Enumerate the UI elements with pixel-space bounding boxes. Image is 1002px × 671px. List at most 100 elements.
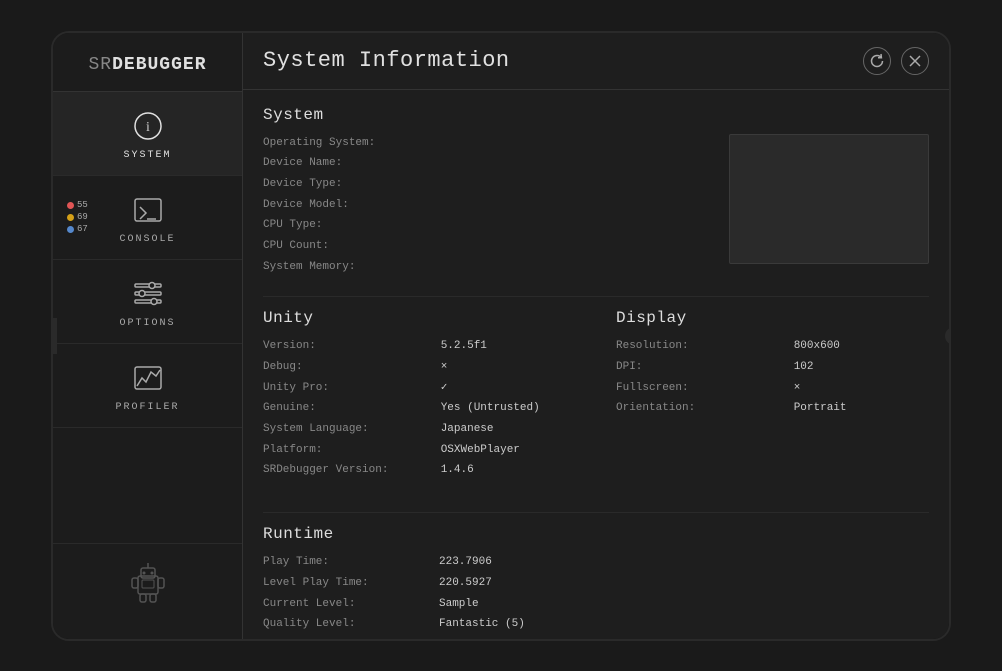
profiler-icon: [128, 358, 168, 398]
value-fullscreen: ×: [794, 379, 929, 398]
brand-suffix: DEBUGGER: [112, 55, 206, 75]
svg-text:i: i: [146, 120, 150, 135]
label-genuine: Genuine:: [263, 399, 425, 418]
label-cpu-count: CPU Count:: [263, 237, 534, 256]
value-dpi: 102: [794, 358, 929, 377]
section-system-title: System: [263, 106, 929, 124]
label-device-type: Device Type:: [263, 175, 534, 194]
badge-dot-red: [67, 202, 74, 209]
sidebar-item-system-label: SYSTEM: [123, 150, 171, 161]
value-srd-version: 1.4.6: [441, 461, 576, 480]
label-sys-lang: System Language:: [263, 420, 425, 439]
value-device-name: [550, 154, 709, 173]
value-current-level: Sample: [439, 595, 929, 614]
label-play-time: Play Time:: [263, 553, 423, 572]
refresh-button[interactable]: [863, 47, 891, 75]
label-resolution: Resolution:: [616, 337, 778, 356]
label-os: Operating System:: [263, 134, 534, 153]
value-play-time: 223.7906: [439, 553, 929, 572]
sidebar-item-options[interactable]: OPTIONS: [53, 260, 242, 344]
value-quality-level: Fantastic (5): [439, 615, 929, 634]
page-title: System Information: [263, 48, 510, 73]
section-display-title: Display: [616, 309, 929, 327]
label-version: Version:: [263, 337, 425, 356]
value-unity-pro: ✓: [441, 379, 576, 398]
label-fullscreen: Fullscreen:: [616, 379, 778, 398]
section-runtime: Runtime Play Time: 223.7906 Level Play Ti…: [263, 525, 929, 634]
label-unity-pro: Unity Pro:: [263, 379, 425, 398]
display-info-grid: Resolution:800x600 DPI:102 Fullscreen:× …: [616, 337, 929, 418]
main-panel: System Information: [243, 33, 949, 639]
section-unity-title: Unity: [263, 309, 576, 327]
value-os: [550, 134, 709, 153]
sidebar-item-profiler[interactable]: PROFILER: [53, 344, 242, 428]
nav-items: i SYSTEM 55 69: [53, 92, 242, 543]
label-device-name: Device Name:: [263, 154, 534, 173]
value-device-model: [550, 196, 709, 215]
label-debug: Debug:: [263, 358, 425, 377]
badge-count-red: 55: [77, 200, 88, 210]
runtime-info-grid: Play Time: 223.7906 Level Play Time: 220.5…: [263, 553, 929, 634]
label-orientation: Orientation:: [616, 399, 778, 418]
badge-dot-yellow: [67, 214, 74, 221]
value-cpu-type: [550, 216, 709, 235]
sidebar-item-system[interactable]: i SYSTEM: [53, 92, 242, 176]
value-orientation: Portrait: [794, 399, 929, 418]
header-buttons: [863, 47, 929, 75]
main-header: System Information: [243, 33, 949, 90]
badge-blue: 67: [67, 224, 88, 234]
console-badges: 55 69 67: [67, 200, 88, 234]
sidebar: SRDEBUGGER i SYSTEM 55: [53, 33, 243, 639]
value-version: 5.2.5f1: [441, 337, 576, 356]
value-debug: ×: [441, 358, 576, 377]
value-sys-mem: [550, 258, 709, 277]
badge-red: 55: [67, 200, 88, 210]
section-system: System Operating System: Device Name: De…: [263, 106, 929, 277]
brand-prefix: SR: [88, 55, 112, 75]
section-runtime-title: Runtime: [263, 525, 929, 543]
options-icon: [128, 274, 168, 314]
sidebar-item-options-label: OPTIONS: [119, 318, 175, 329]
label-device-model: Device Model:: [263, 196, 534, 215]
console-icon: [128, 190, 168, 230]
unity-info-grid: Version: 5.2.5f1 Debug: × Unity Pro: ✓ Genu…: [263, 337, 576, 480]
badge-count-blue: 67: [77, 224, 88, 234]
label-quality-level: Quality Level:: [263, 615, 423, 634]
sidebar-item-console-label: CONSOLE: [119, 234, 175, 245]
value-genuine: Yes (Untrusted): [441, 399, 576, 418]
label-current-level: Current Level:: [263, 595, 423, 614]
label-sys-mem: System Memory:: [263, 258, 534, 277]
label-srd-version: SRDebugger Version:: [263, 461, 425, 480]
divider-2: [263, 512, 929, 513]
badge-count-yellow: 69: [77, 212, 88, 222]
system-screenshot: [729, 134, 929, 264]
robot-icon: [128, 560, 168, 613]
label-cpu-type: CPU Type:: [263, 216, 534, 235]
value-level-play-time: 220.5927: [439, 574, 929, 593]
section-system-body: Operating System: Device Name: Device Ty…: [263, 134, 929, 277]
label-level-play-time: Level Play Time:: [263, 574, 423, 593]
badge-yellow: 69: [67, 212, 88, 222]
close-button[interactable]: [901, 47, 929, 75]
unity-display-row: Unity Version: 5.2.5f1 Debug: × Unity Pro:…: [263, 309, 929, 500]
value-sys-lang: Japanese: [441, 420, 576, 439]
app-frame: SRDEBUGGER i SYSTEM 55: [51, 31, 951, 641]
value-cpu-count: [550, 237, 709, 256]
brand-logo: SRDEBUGGER: [53, 43, 242, 92]
label-dpi: DPI:: [616, 358, 778, 377]
badge-dot-blue: [67, 226, 74, 233]
sidebar-footer: [53, 543, 242, 629]
system-icon: i: [128, 106, 168, 146]
section-display: Display Resolution: 800x600 DPI: 102 Fulls…: [616, 309, 929, 480]
label-platform: Platform:: [263, 441, 425, 460]
value-device-type: [550, 175, 709, 194]
left-panel-toggle[interactable]: [51, 318, 57, 354]
sidebar-item-console[interactable]: 55 69 67: [53, 176, 242, 260]
system-info-grid: Operating System: Device Name: Device Ty…: [263, 134, 709, 277]
value-platform: OSXWebPlayer: [441, 441, 576, 460]
section-unity: Unity Version: 5.2.5f1 Debug: × Unity Pro:…: [263, 309, 576, 480]
main-content[interactable]: System Operating System: Device Name: De…: [243, 90, 949, 639]
divider-1: [263, 296, 929, 297]
sidebar-item-profiler-label: PROFILER: [115, 402, 179, 413]
value-resolution: 800x600: [794, 337, 929, 356]
